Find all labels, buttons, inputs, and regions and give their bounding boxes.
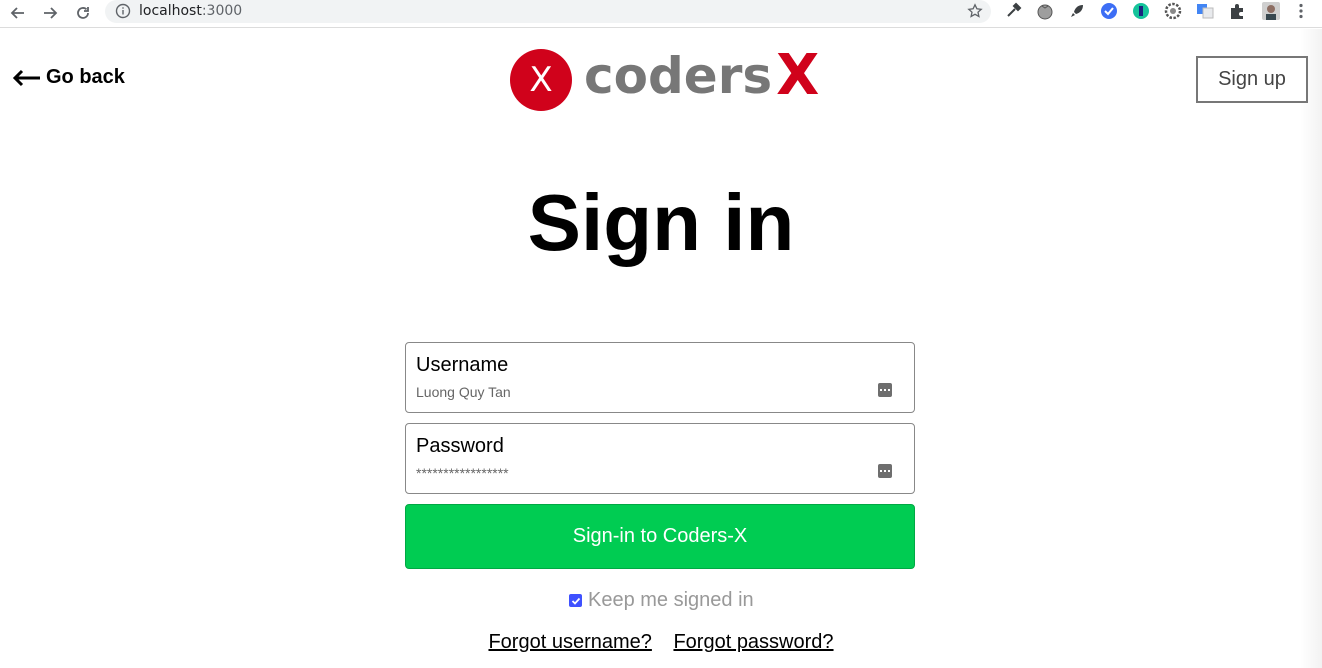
sign-in-button[interactable]: Sign-in to Coders-X [405,504,915,569]
autofill-key-icon[interactable] [878,383,892,397]
password-field[interactable]: Password [405,423,915,494]
url-port: :3000 [201,3,243,19]
reload-icon[interactable] [72,2,94,24]
keep-signed-in-checkbox[interactable] [569,594,582,607]
logo-x: X [776,43,820,108]
go-back-label: Go back [46,66,125,88]
rocket-icon[interactable] [1068,2,1086,20]
info-icon[interactable] [115,3,131,19]
page-edge-shadow [1300,29,1322,668]
forgot-username-link[interactable]: Forgot username? [488,631,651,653]
grammarly-icon[interactable] [1132,2,1150,20]
avatar[interactable] [1262,2,1280,20]
url-host: localhost [139,3,202,19]
eyedropper-icon[interactable] [1004,2,1022,20]
coders-x-logo[interactable]: X coders X [510,43,820,111]
username-input[interactable] [416,383,856,401]
puzzle-icon[interactable] [1228,2,1246,20]
translate-icon[interactable] [1196,2,1214,20]
username-field[interactable]: Username [405,342,915,413]
autofill-key-icon[interactable] [878,464,892,478]
go-back-link[interactable]: Go back [12,66,125,89]
username-label: Username [416,354,509,376]
forward-icon[interactable] [39,2,61,24]
url-text: localhost:3000 [139,3,242,19]
sign-up-button[interactable]: Sign up [1196,56,1308,103]
check-circle-icon[interactable] [1100,2,1118,20]
keep-signed-in[interactable]: Keep me signed in [569,589,754,612]
keep-signed-in-label: Keep me signed in [588,589,754,611]
star-icon[interactable] [967,3,983,19]
forgot-links: Forgot username? Forgot password? [0,631,1322,654]
checkmark-icon [571,597,580,605]
password-input[interactable] [416,464,856,482]
browser-toolbar: localhost:3000 [0,0,1322,28]
address-bar[interactable]: localhost:3000 [105,0,991,23]
forgot-password-link[interactable]: Forgot password? [673,631,833,653]
kebab-menu-icon[interactable] [1292,2,1310,20]
arrow-left-icon [12,69,40,86]
logo-badge: X [510,49,572,111]
gear-icon[interactable] [1164,2,1182,20]
password-label: Password [416,435,504,457]
logo-text: coders [584,47,773,105]
tomato-icon[interactable] [1036,2,1054,20]
logo-letter: X [529,60,553,100]
page-title: Sign in [527,178,795,267]
back-icon[interactable] [7,2,29,24]
